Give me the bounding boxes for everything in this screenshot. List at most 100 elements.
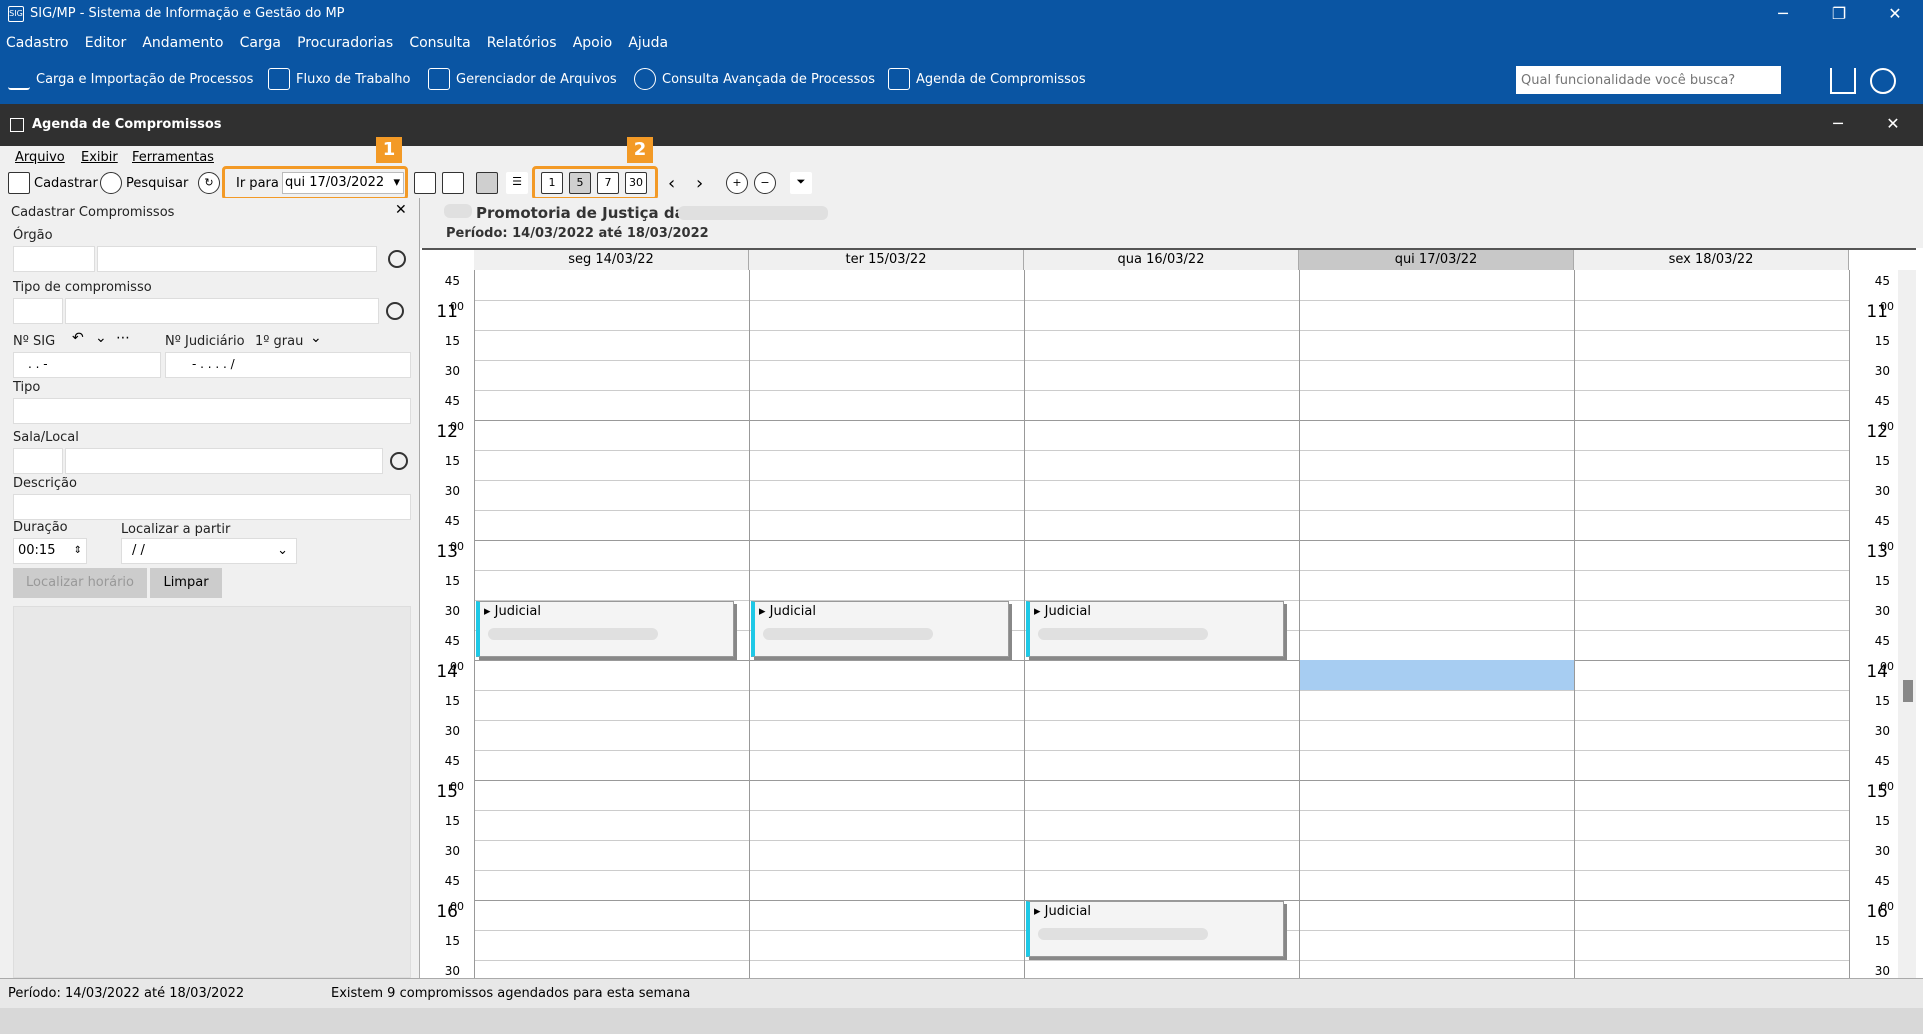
date-select[interactable]: qui 17/03/2022 ▾ [282, 172, 404, 194]
pesquisar-button[interactable]: Pesquisar [100, 171, 188, 195]
list-view-button[interactable]: ☰ [506, 171, 528, 195]
submenu-ferramentas[interactable]: Ferramentas [132, 150, 214, 165]
descricao-field[interactable] [13, 494, 411, 520]
tipo-search-icon[interactable] [386, 302, 404, 320]
quick-fluxo[interactable]: Fluxo de Trabalho [268, 68, 410, 90]
appointment[interactable]: ▸ Judicial [1026, 601, 1284, 657]
cadastrar-button[interactable]: Cadastrar [8, 171, 98, 195]
submenu-arquivo[interactable]: Arquivo [15, 150, 65, 165]
home-icon[interactable] [1830, 68, 1856, 94]
scrollbar[interactable] [1898, 270, 1916, 978]
view-workweek-button[interactable]: 5 [569, 171, 591, 195]
duracao-field[interactable]: 00:15 ⇕ [13, 538, 87, 564]
current-slot[interactable] [1300, 660, 1574, 690]
panel-title: Cadastrar Compromissos [11, 205, 175, 220]
calendar-view-b-button[interactable] [442, 171, 464, 195]
scrollbar-thumb[interactable] [1903, 680, 1913, 702]
grid-line [474, 570, 1849, 571]
filter-button[interactable]: ⏷ [790, 171, 812, 195]
day-header[interactable]: sex 18/03/22 [1574, 250, 1849, 270]
menu-carga[interactable]: Carga [240, 30, 281, 56]
orgao-search-icon[interactable] [388, 250, 406, 268]
grau-label: 1º grau [255, 334, 304, 349]
close-button[interactable]: ✕ [1872, 0, 1918, 30]
refresh-button[interactable]: ↻ [198, 171, 220, 195]
panel-close-icon[interactable]: ✕ [395, 202, 407, 218]
sala-field[interactable] [65, 448, 383, 474]
quick-agenda-label: Agenda de Compromissos [916, 71, 1086, 87]
localizar-date-field[interactable]: / / ⌄ [121, 538, 297, 564]
quick-agenda[interactable]: Agenda de Compromissos [888, 68, 1086, 90]
calendar-icon [888, 68, 910, 90]
zoom-in-button[interactable]: + [726, 171, 748, 195]
nsig-label: Nº SIG [13, 334, 56, 349]
zoom-out-button[interactable]: − [754, 171, 776, 195]
grid-line [474, 510, 1849, 511]
calendar-add-icon [8, 172, 30, 194]
menu-editor[interactable]: Editor [85, 30, 126, 56]
grid-line [474, 720, 1849, 721]
calendar-icon [442, 172, 464, 194]
localizar-horario-button[interactable]: Localizar horário [13, 568, 147, 598]
zoom-out-icon: − [754, 172, 776, 194]
more-icon[interactable]: ⋯ [116, 330, 130, 346]
chevron-down-icon[interactable]: ⌄ [277, 539, 288, 563]
view-day-button[interactable]: 1 [541, 171, 563, 195]
calendar-grid-button[interactable] [476, 171, 498, 195]
minute-label: 00 [1880, 300, 1894, 313]
tipo-compromisso-field[interactable] [65, 298, 379, 324]
users-icon[interactable] [1870, 68, 1896, 94]
undo-icon[interactable]: ↶ [72, 330, 84, 346]
grau-chevron-icon[interactable]: ⌄ [310, 330, 322, 346]
grid-line [474, 750, 1849, 751]
orgao-code-field[interactable] [13, 246, 95, 272]
menu-relatorios[interactable]: Relatórios [487, 30, 557, 56]
tipo-compromisso-code-field[interactable] [13, 298, 63, 324]
blurred-detail [1038, 928, 1208, 940]
status-periodo: Período: 14/03/2022 até 18/03/2022 [8, 986, 245, 1001]
menu-ajuda[interactable]: Ajuda [628, 30, 668, 56]
sala-code-field[interactable] [13, 448, 63, 474]
chevron-down-icon[interactable]: ⌄ [95, 330, 107, 346]
menu-consulta[interactable]: Consulta [409, 30, 470, 56]
orgao-name-field[interactable] [97, 246, 377, 272]
menu-procuradorias[interactable]: Procuradorias [297, 30, 393, 56]
appointment[interactable]: ▸ Judicial [1026, 901, 1284, 957]
minute-label: 15 [1874, 454, 1890, 468]
appointment-label: ▸ Judicial [1034, 604, 1091, 619]
search-input[interactable] [1516, 66, 1781, 94]
tipo-field[interactable] [13, 398, 411, 424]
day-header[interactable]: qui 17/03/22 [1299, 250, 1574, 270]
restore-button[interactable]: ❐ [1816, 0, 1862, 30]
nsig-field[interactable]: . . - [13, 352, 161, 378]
quick-gerenciador[interactable]: Gerenciador de Arquivos [428, 68, 617, 90]
menu-cadastro[interactable]: Cadastro [6, 30, 69, 56]
calendar-view-a-button[interactable] [414, 171, 436, 195]
sub-close-button[interactable]: ✕ [1870, 110, 1916, 140]
time-grid[interactable]: 45 45 11 00 11 00 15 15 30 30 45 45 12 00 12 00 15 15 30 30… [420, 270, 1923, 991]
appointment[interactable]: ▸ Judicial [476, 601, 734, 657]
ir-para-label: Ir para [236, 171, 279, 195]
next-button[interactable]: › [696, 171, 703, 195]
menu-andamento[interactable]: Andamento [142, 30, 223, 56]
status-info: Existem 9 compromissos agendados para es… [331, 986, 691, 1001]
stepper-icon[interactable]: ⇕ [74, 539, 82, 563]
day-header[interactable]: seg 14/03/22 [474, 250, 749, 270]
appointment[interactable]: ▸ Judicial [751, 601, 1009, 657]
day-header[interactable]: ter 15/03/22 [749, 250, 1024, 270]
quick-consulta[interactable]: Consulta Avançada de Processos [634, 68, 875, 90]
minimize-button[interactable]: ─ [1760, 0, 1806, 30]
quick-carga[interactable]: Carga e Importação de Processos [8, 68, 253, 90]
calendar-7-icon: 7 [597, 172, 619, 194]
view-month-button[interactable]: 30 [625, 171, 647, 195]
view-week-button[interactable]: 7 [597, 171, 619, 195]
sala-search-icon[interactable] [390, 452, 408, 470]
sub-minimize-button[interactable]: ─ [1815, 110, 1861, 140]
grid-line [474, 690, 1849, 691]
day-header[interactable]: qua 16/03/22 [1024, 250, 1299, 270]
prev-button[interactable]: ‹ [668, 171, 675, 195]
njudiciario-field[interactable]: - . . . . / [165, 352, 411, 378]
menu-apoio[interactable]: Apoio [573, 30, 612, 56]
limpar-button[interactable]: Limpar [150, 568, 222, 598]
submenu-exibir[interactable]: Exibir [81, 150, 118, 165]
